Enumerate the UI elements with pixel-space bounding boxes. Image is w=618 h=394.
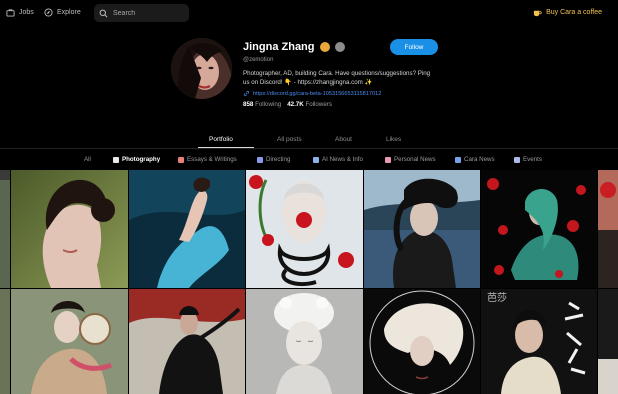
calendar-icon: [514, 156, 520, 163]
followers-stat[interactable]: 42.7K Followers: [287, 101, 332, 108]
category-essays[interactable]: Essays & Writings: [178, 156, 237, 163]
category-directing[interactable]: Directing: [257, 156, 290, 163]
category-photography-label: Photography: [122, 156, 161, 163]
photo-tile[interactable]: [11, 289, 128, 394]
active-tab-indicator: [198, 147, 254, 148]
category-cara-news[interactable]: Cara News: [455, 156, 495, 163]
search-icon: [99, 9, 108, 17]
tab-likes[interactable]: Likes: [386, 136, 401, 143]
category-essays-label: Essays & Writings: [187, 156, 237, 163]
photo-tile[interactable]: [598, 170, 618, 288]
category-cara-news-label: Cara News: [464, 156, 495, 163]
tab-about[interactable]: About: [335, 136, 352, 143]
profile-name-text: Jingna Zhang: [243, 41, 315, 53]
coffee-label: Buy Cara a coffee: [546, 9, 602, 16]
tab-all-posts[interactable]: All posts: [277, 136, 302, 143]
search-input[interactable]: [113, 9, 183, 17]
photo-tile[interactable]: [246, 289, 363, 394]
camera-icon: [113, 156, 119, 163]
clapper-icon: [257, 156, 263, 163]
photo-tile[interactable]: [364, 289, 480, 394]
photo-tile[interactable]: [11, 170, 128, 288]
category-ai-news[interactable]: AI News & Info: [313, 156, 363, 163]
profile-bio: Photographer, AD, building Cara. Have qu…: [243, 70, 431, 86]
jobs-link[interactable]: Jobs: [6, 8, 34, 17]
link-icon: [243, 90, 250, 97]
category-personal-news[interactable]: Personal News: [385, 156, 436, 163]
photo-tile[interactable]: [246, 170, 363, 288]
followers-count: 42.7K: [287, 101, 304, 108]
profile-handle: @zemotion: [243, 57, 274, 63]
robot-icon: [313, 156, 319, 163]
coffee-cup-icon: [533, 10, 542, 17]
book-icon: [178, 156, 184, 163]
category-events-label: Events: [523, 156, 542, 163]
category-personal-news-label: Personal News: [394, 156, 436, 163]
discord-link[interactable]: https://discord.gg/cara-beta-10531566531…: [243, 90, 381, 97]
briefcase-icon: [6, 9, 15, 17]
following-label: Following: [255, 101, 282, 108]
photo-tile[interactable]: [0, 170, 10, 288]
category-ai-news-label: AI News & Info: [322, 156, 363, 163]
following-count: 858: [243, 101, 254, 108]
tabs-divider: [0, 148, 618, 149]
photo-tile[interactable]: [0, 289, 10, 394]
following-stat[interactable]: 858 Following: [243, 101, 281, 108]
explore-label: Explore: [57, 9, 81, 16]
explore-link[interactable]: Explore: [44, 8, 81, 17]
follow-button[interactable]: Follow: [390, 39, 438, 55]
photo-tile[interactable]: 芭莎: [481, 289, 597, 394]
jobs-label: Jobs: [19, 9, 34, 16]
search-bar[interactable]: [94, 4, 189, 22]
category-all[interactable]: All: [84, 156, 91, 163]
category-directing-label: Directing: [266, 156, 291, 163]
cara-icon: [455, 156, 461, 163]
followers-label: Followers: [305, 101, 332, 108]
photo-tile[interactable]: [598, 289, 618, 394]
profile-name: Jingna Zhang: [243, 41, 345, 53]
photo-tile[interactable]: [364, 170, 480, 288]
profile-stats: 858 Following 42.7K Followers: [243, 101, 332, 108]
buy-coffee-link[interactable]: Buy Cara a coffee: [533, 8, 602, 17]
category-all-label: All: [84, 156, 91, 163]
top-navbar: Jobs Explore Buy Cara a coffee: [0, 0, 618, 28]
robot-badge-icon: [334, 42, 345, 52]
photo-tile[interactable]: [129, 289, 245, 394]
category-photography[interactable]: Photography: [113, 156, 160, 163]
photo-tile[interactable]: [129, 170, 245, 288]
discord-link-text: https://discord.gg/cara-beta-10531566531…: [253, 90, 382, 97]
photo-tile[interactable]: [481, 170, 597, 288]
avatar: [171, 38, 232, 99]
crown-icon: [319, 42, 330, 52]
heart-icon: [385, 156, 391, 163]
compass-icon: [44, 8, 53, 17]
svg-text:芭莎: 芭莎: [487, 291, 507, 304]
category-events[interactable]: Events: [514, 156, 542, 163]
tab-portfolio[interactable]: Portfolio: [209, 136, 233, 143]
